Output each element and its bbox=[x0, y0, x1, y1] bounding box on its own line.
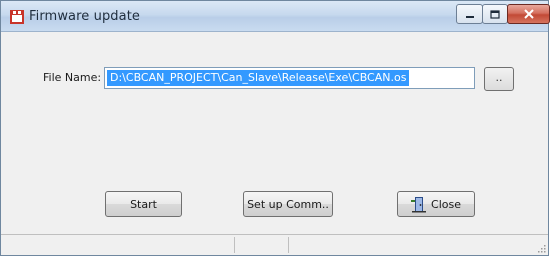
start-button-label: Start bbox=[130, 197, 157, 211]
app-icon bbox=[10, 10, 24, 24]
close-button[interactable]: Close bbox=[397, 191, 475, 217]
maximize-button[interactable] bbox=[482, 4, 508, 24]
setup-comm-button-label: Set up Comm.. bbox=[247, 197, 329, 211]
title-bar[interactable]: Firmware update bbox=[1, 1, 550, 32]
exit-door-icon bbox=[411, 197, 427, 213]
close-button-label: Close bbox=[431, 197, 461, 211]
firmware-update-window: Firmware update File Name: D:\CBCAN_PROJ… bbox=[0, 0, 550, 256]
setup-comm-button[interactable]: Set up Comm.. bbox=[243, 191, 333, 217]
status-pane-divider bbox=[234, 237, 235, 253]
status-bar bbox=[1, 234, 548, 255]
browse-button[interactable]: .. bbox=[484, 67, 514, 91]
file-name-input[interactable]: D:\CBCAN_PROJECT\Can_Slave\Release\Exe\C… bbox=[104, 67, 475, 89]
status-pane-divider bbox=[288, 237, 289, 253]
start-button[interactable]: Start bbox=[105, 191, 182, 217]
window-title: Firmware update bbox=[29, 9, 141, 24]
close-icon bbox=[508, 5, 549, 23]
minimize-button[interactable] bbox=[456, 4, 483, 24]
window-close-button[interactable] bbox=[507, 4, 550, 24]
resize-grip-icon[interactable] bbox=[536, 243, 546, 253]
maximize-icon bbox=[483, 5, 507, 23]
file-name-value: D:\CBCAN_PROJECT\Can_Slave\Release\Exe\C… bbox=[107, 70, 410, 86]
minimize-icon bbox=[457, 5, 482, 23]
file-name-label: File Name: bbox=[43, 71, 102, 84]
